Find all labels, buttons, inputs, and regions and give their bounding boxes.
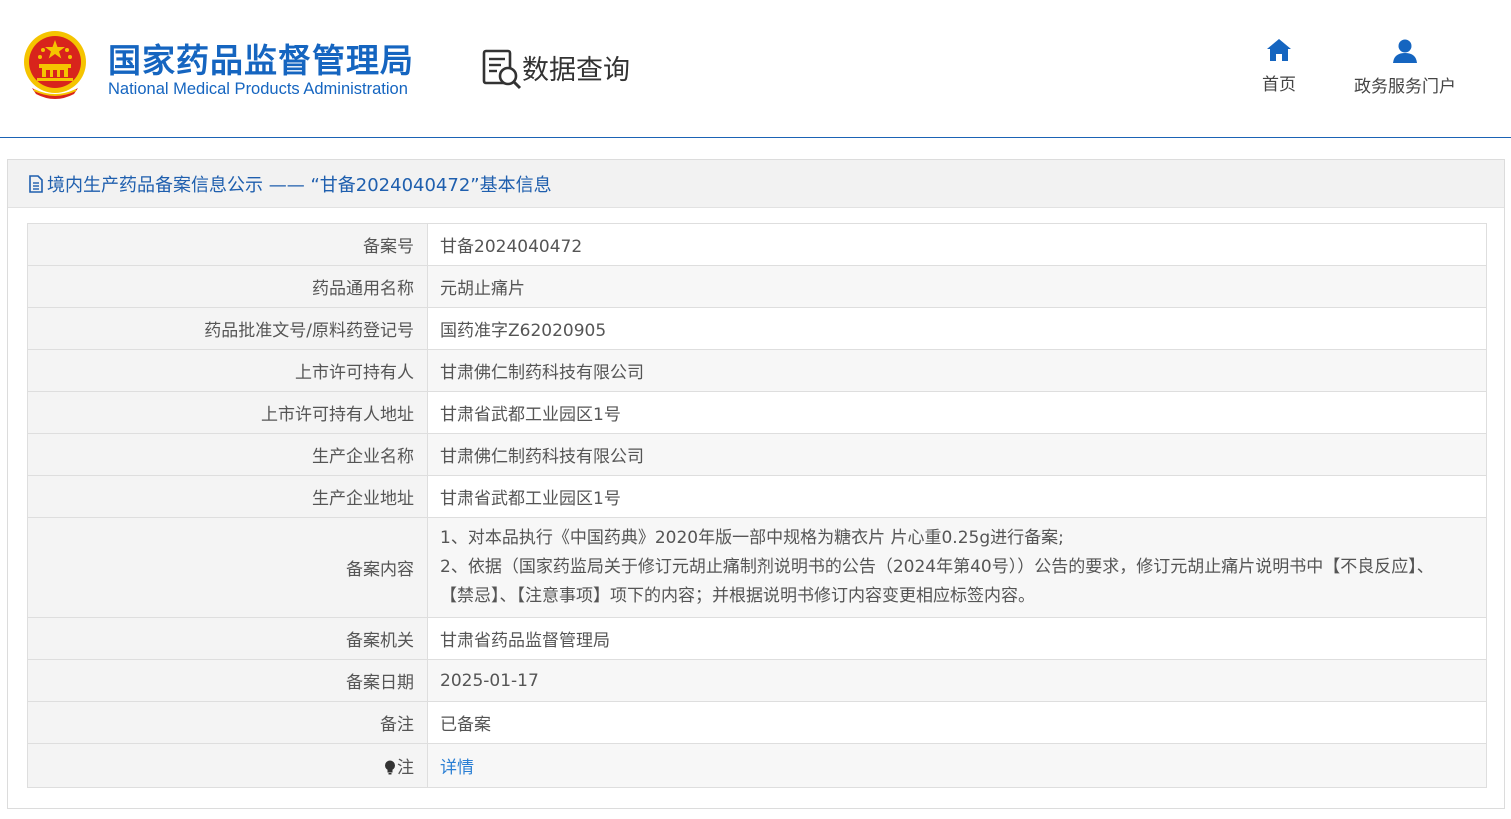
content-line-2: 2、依据（国家药监局关于修订元胡止痛制剂说明书的公告（2024年第40号））公告… bbox=[440, 557, 1434, 606]
field-value: 甘肃省武都工业园区1号 bbox=[427, 391, 1487, 434]
field-label: 药品批准文号/原料药登记号 bbox=[27, 307, 428, 350]
field-label: 上市许可持有人地址 bbox=[27, 391, 428, 434]
table-row: 备案日期 2025-01-17 bbox=[27, 659, 1487, 702]
lightbulb-icon bbox=[385, 760, 395, 775]
field-label: 药品通用名称 bbox=[27, 265, 428, 308]
note-label-cell: 注 bbox=[27, 743, 428, 788]
user-icon bbox=[1393, 39, 1417, 63]
field-value: 甘备2024040472 bbox=[427, 223, 1487, 266]
field-label: 备案机关 bbox=[27, 617, 428, 660]
field-value: 国药准字Z62020905 bbox=[427, 307, 1487, 350]
nav-service-portal[interactable]: 政务服务门户 bbox=[1348, 38, 1462, 97]
brand-name-cn: 国家药品监督管理局 bbox=[108, 41, 414, 80]
national-emblem-icon bbox=[24, 31, 86, 99]
field-label: 备案内容 bbox=[27, 517, 428, 618]
field-label: 备案号 bbox=[27, 223, 428, 266]
field-label: 备注 bbox=[27, 701, 428, 744]
table-row: 备案机关 甘肃省药品监督管理局 bbox=[27, 617, 1487, 660]
site-header: 国家药品监督管理局 National Medical Products Admi… bbox=[0, 0, 1511, 138]
table-row: 生产企业名称 甘肃佛仁制药科技有限公司 bbox=[27, 433, 1487, 476]
record-panel: 境内生产药品备案信息公示 —— “甘备2024040472”基本信息 备案号 甘… bbox=[7, 159, 1505, 809]
nav-service-portal-label: 政务服务门户 bbox=[1354, 77, 1456, 97]
table-row: 生产企业地址 甘肃省武都工业园区1号 bbox=[27, 475, 1487, 518]
table-row-note: 注 详情 bbox=[27, 743, 1487, 788]
document-icon bbox=[29, 174, 43, 193]
nav-home[interactable]: 首页 bbox=[1255, 38, 1303, 95]
table-row: 药品通用名称 元胡止痛片 bbox=[27, 265, 1487, 308]
field-value: 元胡止痛片 bbox=[427, 265, 1487, 308]
home-icon bbox=[1267, 39, 1291, 61]
detail-link[interactable]: 详情 bbox=[440, 758, 474, 778]
record-table: 备案号 甘备2024040472 药品通用名称 元胡止痛片 药品批准文号/原料药… bbox=[27, 223, 1487, 788]
field-label: 上市许可持有人 bbox=[27, 349, 428, 392]
field-value: 甘肃佛仁制药科技有限公司 bbox=[427, 433, 1487, 476]
field-value: 已备案 bbox=[427, 701, 1487, 744]
field-label: 备案日期 bbox=[27, 659, 428, 702]
table-row: 备案号 甘备2024040472 bbox=[27, 223, 1487, 266]
brand-name-en: National Medical Products Administration bbox=[108, 80, 408, 98]
note-value-cell: 详情 bbox=[427, 743, 1487, 788]
field-value: 甘肃佛仁制药科技有限公司 bbox=[427, 349, 1487, 392]
field-label: 生产企业名称 bbox=[27, 433, 428, 476]
table-row: 上市许可持有人 甘肃佛仁制药科技有限公司 bbox=[27, 349, 1487, 392]
table-row: 上市许可持有人地址 甘肃省武都工业园区1号 bbox=[27, 391, 1487, 434]
field-value: 2025-01-17 bbox=[427, 659, 1487, 702]
field-label: 生产企业地址 bbox=[27, 475, 428, 518]
content-line-1: 1、对本品执行《中国药典》2020年版一部中规格为糖衣片 片心重0.25g进行备… bbox=[440, 528, 1064, 548]
field-value: 甘肃省药品监督管理局 bbox=[427, 617, 1487, 660]
field-value: 甘肃省武都工业园区1号 bbox=[427, 475, 1487, 518]
table-row: 药品批准文号/原料药登记号 国药准字Z62020905 bbox=[27, 307, 1487, 350]
panel-title: 境内生产药品备案信息公示 —— “甘备2024040472”基本信息 bbox=[47, 174, 552, 196]
note-label: 注 bbox=[397, 758, 414, 778]
table-row: 备注 已备案 bbox=[27, 701, 1487, 744]
table-row-content: 备案内容 1、对本品执行《中国药典》2020年版一部中规格为糖衣片 片心重0.2… bbox=[27, 517, 1487, 618]
data-query-title: 数据查询 bbox=[522, 55, 630, 86]
data-query-icon bbox=[482, 49, 522, 90]
record-content-value: 1、对本品执行《中国药典》2020年版一部中规格为糖衣片 片心重0.25g进行备… bbox=[427, 517, 1487, 618]
panel-title-bar: 境内生产药品备案信息公示 —— “甘备2024040472”基本信息 bbox=[8, 160, 1504, 208]
nav-home-label: 首页 bbox=[1262, 75, 1296, 95]
